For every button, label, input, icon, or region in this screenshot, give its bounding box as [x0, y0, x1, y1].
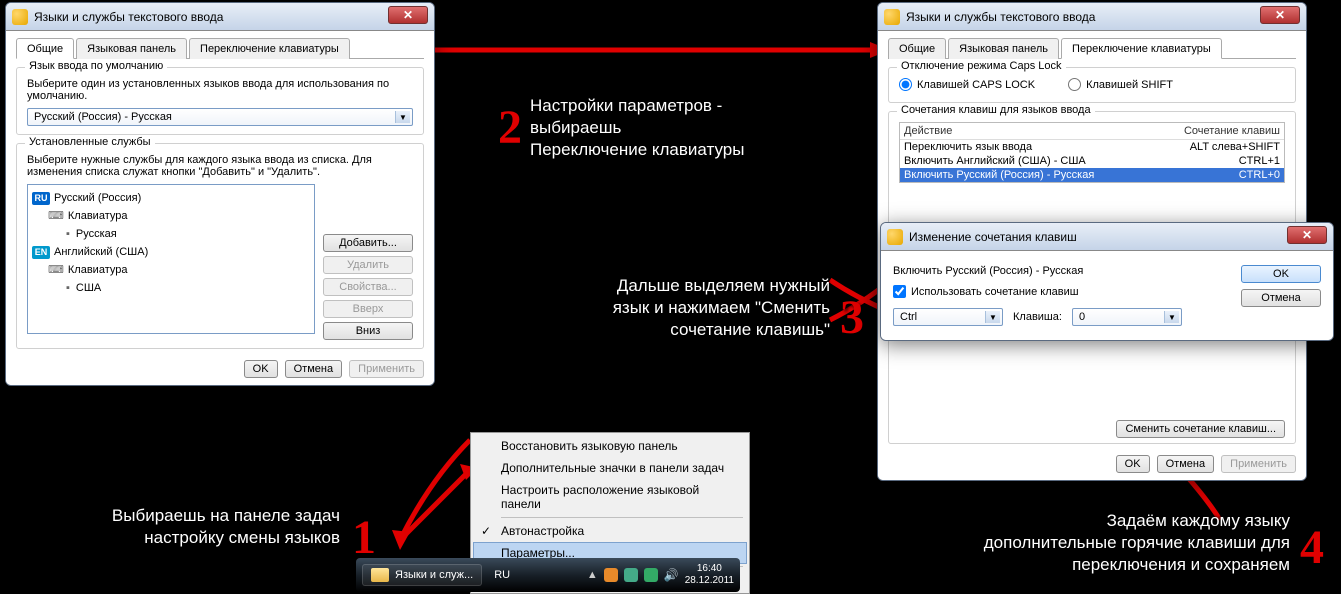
col-action: Действие: [904, 125, 1170, 137]
ok-button[interactable]: OK: [1241, 265, 1321, 283]
ok-button[interactable]: OK: [244, 360, 278, 378]
chevron-down-icon: ▼: [985, 311, 1000, 323]
down-button[interactable]: Вниз: [323, 322, 413, 340]
ok-button[interactable]: OK: [1116, 455, 1150, 473]
hotkeys-table[interactable]: Действие Сочетание клавиш Переключить яз…: [899, 122, 1285, 183]
dialog-title: Языки и службы текстового ввода: [34, 10, 223, 24]
dialog-icon: [884, 9, 900, 25]
annotation-2: Настройки параметров - выбираешь Переклю…: [530, 95, 850, 161]
close-button[interactable]: ✕: [1260, 6, 1300, 24]
titlebar[interactable]: Языки и службы текстового ввода ✕: [6, 3, 434, 31]
dialog-title: Языки и службы текстового ввода: [906, 10, 1095, 24]
tray-up-icon[interactable]: ▲: [587, 569, 598, 581]
table-row[interactable]: Переключить язык ввода ALT слева+SHIFT: [900, 140, 1284, 154]
default-lang-help: Выберите один из установленных языков вв…: [27, 78, 413, 102]
key-combo[interactable]: 0 ▼: [1072, 308, 1182, 326]
hotkeys-group-title: Сочетания клавиш для языков ввода: [897, 104, 1095, 116]
tray-icon[interactable]: [644, 568, 658, 582]
keyboard-icon: [32, 210, 68, 222]
titlebar[interactable]: Изменение сочетания клавиш ✕: [881, 223, 1333, 251]
table-row-selected[interactable]: Включить Русский (Россия) - Русская CTRL…: [900, 168, 1284, 182]
chevron-down-icon: ▼: [1164, 311, 1179, 323]
change-hotkey-button[interactable]: Сменить сочетание клавиш...: [1116, 420, 1285, 438]
annotation-4: Задаём каждому языку дополнительные горя…: [800, 510, 1290, 576]
check-icon: ✓: [481, 524, 491, 538]
keyboard-icon: [32, 264, 68, 276]
cancel-button[interactable]: Отмена: [1157, 455, 1214, 473]
add-button[interactable]: Добавить...: [323, 234, 413, 252]
capslock-group-title: Отключение режима Caps Lock: [897, 60, 1066, 72]
en-badge: EN: [32, 246, 50, 259]
default-lang-value: Русский (Россия) - Русская: [34, 111, 172, 123]
close-button[interactable]: ✕: [1287, 226, 1327, 244]
menu-autotune[interactable]: ✓ Автонастройка: [473, 520, 747, 542]
installed-services-tree[interactable]: RUРусский (Россия) Клавиатура Русская EN…: [27, 184, 315, 334]
annotation-3: Дальше выделяем нужный язык и нажимаем "…: [530, 275, 830, 341]
titlebar[interactable]: Языки и службы текстового ввода ✕: [878, 3, 1306, 31]
menu-restore-langbar[interactable]: Восстановить языковую панель: [473, 435, 747, 457]
dialog-icon: [887, 229, 903, 245]
tab-langbar[interactable]: Языковая панель: [76, 38, 187, 59]
dialog-icon: [12, 9, 28, 25]
up-button[interactable]: Вверх: [323, 300, 413, 318]
caps-by-shift-radio[interactable]: Клавишей SHIFT: [1068, 78, 1173, 91]
change-hotkey-dialog: Изменение сочетания клавиш ✕ Включить Ру…: [880, 222, 1334, 341]
tab-general[interactable]: Общие: [16, 38, 74, 59]
taskbar: Языки и служ... RU ▲ 16:40 28.12.2011: [356, 558, 740, 592]
menu-position[interactable]: Настроить расположение языковой панели: [473, 479, 747, 515]
tab-switch[interactable]: Переключение клавиатуры: [1061, 38, 1222, 59]
step-1-number: 1: [352, 510, 376, 565]
default-lang-combo[interactable]: Русский (Россия) - Русская ▼: [27, 108, 413, 126]
separator: [501, 517, 743, 518]
key-label: Клавиша:: [1013, 311, 1062, 323]
hotkey-target-label: Включить Русский (Россия) - Русская: [893, 265, 1231, 277]
taskbar-app-button[interactable]: Языки и служ...: [362, 564, 482, 586]
use-hotkey-checkbox[interactable]: Использовать сочетание клавиш: [893, 285, 1079, 298]
cancel-button[interactable]: Отмена: [1241, 289, 1321, 307]
tray-icon[interactable]: [604, 568, 618, 582]
dialog-title: Изменение сочетания клавиш: [909, 230, 1077, 244]
step-3-number: 3: [840, 290, 864, 345]
close-button[interactable]: ✕: [388, 6, 428, 24]
app-icon: [371, 568, 389, 582]
chevron-down-icon: ▼: [395, 111, 410, 123]
tray-icon[interactable]: [624, 568, 638, 582]
col-combo: Сочетание клавиш: [1170, 125, 1280, 137]
apply-button[interactable]: Применить: [349, 360, 424, 378]
modifier-combo[interactable]: Ctrl ▼: [893, 308, 1003, 326]
lang-services-dialog-general: Языки и службы текстового ввода ✕ Общие …: [5, 2, 435, 386]
services-help: Выберите нужные службы для каждого языка…: [27, 154, 413, 178]
services-group-title: Установленные службы: [25, 136, 155, 148]
default-lang-group-title: Язык ввода по умолчанию: [25, 60, 167, 72]
caps-by-capslock-radio[interactable]: Клавишей CAPS LOCK: [899, 78, 1035, 91]
tab-langbar[interactable]: Языковая панель: [948, 38, 1059, 59]
tab-switch[interactable]: Переключение клавиатуры: [189, 38, 350, 59]
lang-indicator[interactable]: RU: [494, 569, 510, 581]
cancel-button[interactable]: Отмена: [285, 360, 342, 378]
delete-button[interactable]: Удалить: [323, 256, 413, 274]
step-2-number: 2: [498, 100, 522, 155]
volume-icon[interactable]: [664, 568, 679, 582]
ru-badge: RU: [32, 192, 50, 205]
annotation-1: Выбираешь на панеле задач настройку смен…: [20, 505, 340, 549]
properties-button[interactable]: Свойства...: [323, 278, 413, 296]
menu-extra-icons[interactable]: Дополнительные значки в панели задач: [473, 457, 747, 479]
step-4-number: 4: [1300, 520, 1324, 575]
clock[interactable]: 16:40 28.12.2011: [685, 563, 734, 587]
tab-general[interactable]: Общие: [888, 38, 946, 59]
table-row[interactable]: Включить Английский (США) - США CTRL+1: [900, 154, 1284, 168]
apply-button[interactable]: Применить: [1221, 455, 1296, 473]
